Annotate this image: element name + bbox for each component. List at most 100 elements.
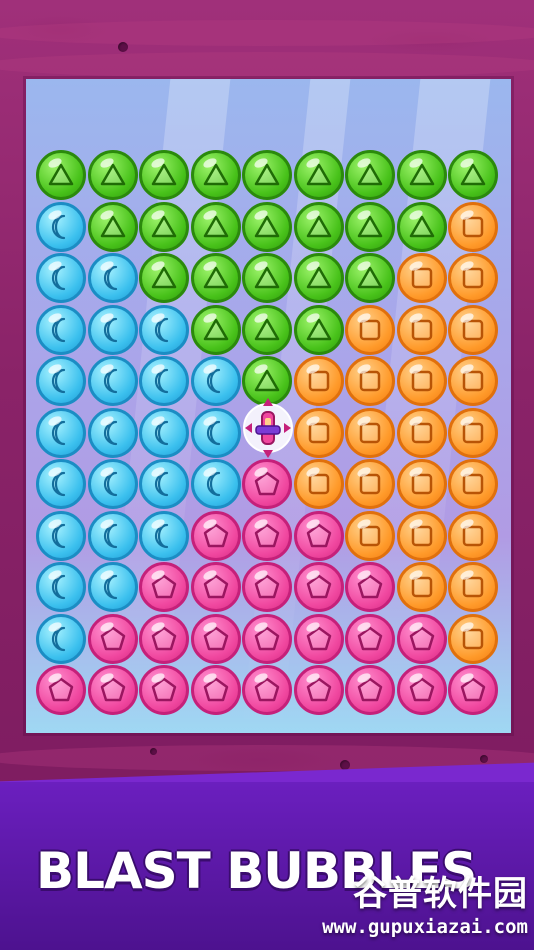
orange-bubble[interactable]: [293, 356, 344, 406]
green-bubble[interactable]: [293, 150, 344, 200]
blue-bubble[interactable]: [190, 459, 241, 509]
pink-bubble[interactable]: [242, 665, 292, 715]
orange-bubble[interactable]: [396, 459, 447, 509]
orange-bubble[interactable]: [293, 459, 344, 509]
orange-bubble[interactable]: [345, 356, 395, 406]
orange-bubble[interactable]: [448, 356, 498, 406]
orange-bubble[interactable]: [448, 613, 498, 664]
orange-bubble[interactable]: [448, 407, 498, 458]
green-bubble[interactable]: [242, 150, 292, 200]
pink-bubble[interactable]: [36, 665, 86, 715]
green-bubble[interactable]: [293, 253, 344, 303]
pink-bubble[interactable]: [293, 562, 344, 612]
green-bubble[interactable]: [36, 150, 86, 200]
pink-bubble[interactable]: [396, 665, 447, 715]
green-bubble[interactable]: [396, 150, 447, 200]
orange-bubble[interactable]: [396, 304, 447, 355]
orange-bubble[interactable]: [448, 459, 498, 509]
blue-bubble[interactable]: [87, 304, 138, 355]
blue-bubble[interactable]: [139, 407, 189, 458]
orange-bubble[interactable]: [448, 304, 498, 355]
blue-bubble[interactable]: [87, 407, 138, 458]
green-bubble[interactable]: [345, 253, 395, 303]
pink-bubble[interactable]: [190, 510, 241, 561]
pink-bubble[interactable]: [242, 613, 292, 664]
pink-bubble[interactable]: [293, 665, 344, 715]
blue-bubble[interactable]: [36, 201, 86, 252]
orange-bubble[interactable]: [448, 253, 498, 303]
blue-bubble[interactable]: [36, 459, 86, 509]
pink-bubble[interactable]: [242, 510, 292, 561]
pentagon-icon: [99, 676, 127, 704]
blue-bubble[interactable]: [36, 510, 86, 561]
blue-bubble[interactable]: [36, 253, 86, 303]
pink-bubble[interactable]: [242, 562, 292, 612]
pink-bubble[interactable]: [139, 613, 189, 664]
square-icon: [459, 625, 487, 653]
blue-bubble[interactable]: [87, 253, 138, 303]
blue-bubble[interactable]: [36, 356, 86, 406]
orange-bubble[interactable]: [396, 407, 447, 458]
blue-bubble[interactable]: [87, 459, 138, 509]
pink-bubble[interactable]: [87, 613, 138, 664]
orange-bubble[interactable]: [396, 253, 447, 303]
blue-bubble[interactable]: [36, 304, 86, 355]
pink-bubble[interactable]: [396, 613, 447, 664]
pink-bubble[interactable]: [345, 562, 395, 612]
pink-bubble[interactable]: [293, 510, 344, 561]
green-bubble[interactable]: [190, 201, 241, 252]
green-bubble[interactable]: [242, 304, 292, 355]
blue-bubble[interactable]: [139, 459, 189, 509]
pink-bubble[interactable]: [345, 613, 395, 664]
green-bubble[interactable]: [293, 201, 344, 252]
blue-bubble[interactable]: [87, 510, 138, 561]
orange-bubble[interactable]: [345, 407, 395, 458]
blue-bubble[interactable]: [36, 407, 86, 458]
orange-bubble[interactable]: [396, 562, 447, 612]
pink-bubble[interactable]: [190, 613, 241, 664]
green-bubble[interactable]: [87, 201, 138, 252]
orange-bubble[interactable]: [448, 510, 498, 561]
orange-bubble[interactable]: [396, 356, 447, 406]
blue-bubble[interactable]: [139, 356, 189, 406]
blue-bubble[interactable]: [36, 613, 86, 664]
green-bubble[interactable]: [139, 201, 189, 252]
pink-bubble[interactable]: [139, 562, 189, 612]
green-bubble[interactable]: [293, 304, 344, 355]
green-bubble[interactable]: [345, 150, 395, 200]
green-bubble[interactable]: [139, 150, 189, 200]
green-bubble[interactable]: [448, 150, 498, 200]
pink-bubble[interactable]: [448, 665, 498, 715]
blue-bubble[interactable]: [139, 304, 189, 355]
orange-bubble[interactable]: [345, 510, 395, 561]
pink-bubble[interactable]: [190, 665, 241, 715]
blue-bubble[interactable]: [87, 562, 138, 612]
green-bubble[interactable]: [190, 150, 241, 200]
green-bubble[interactable]: [242, 201, 292, 252]
green-bubble[interactable]: [345, 201, 395, 252]
green-bubble[interactable]: [242, 253, 292, 303]
green-bubble[interactable]: [139, 253, 189, 303]
booster-slot[interactable]: [242, 394, 294, 466]
orange-bubble[interactable]: [396, 510, 447, 561]
green-bubble[interactable]: [396, 201, 447, 252]
green-bubble[interactable]: [87, 150, 138, 200]
blue-bubble[interactable]: [139, 510, 189, 561]
blue-bubble[interactable]: [190, 407, 241, 458]
green-bubble[interactable]: [190, 253, 241, 303]
orange-bubble[interactable]: [448, 562, 498, 612]
pink-bubble[interactable]: [293, 613, 344, 664]
blue-bubble[interactable]: [87, 356, 138, 406]
pink-bubble[interactable]: [87, 665, 138, 715]
pink-bubble[interactable]: [345, 665, 395, 715]
pink-bubble[interactable]: [139, 665, 189, 715]
pink-bubble[interactable]: [190, 562, 241, 612]
orange-bubble[interactable]: [345, 459, 395, 509]
orange-bubble[interactable]: [448, 201, 498, 252]
green-bubble[interactable]: [190, 304, 241, 355]
orange-bubble[interactable]: [293, 407, 344, 458]
orange-bubble[interactable]: [345, 304, 395, 355]
game-board[interactable]: [26, 79, 511, 733]
blue-bubble[interactable]: [36, 562, 86, 612]
blue-bubble[interactable]: [190, 356, 241, 406]
